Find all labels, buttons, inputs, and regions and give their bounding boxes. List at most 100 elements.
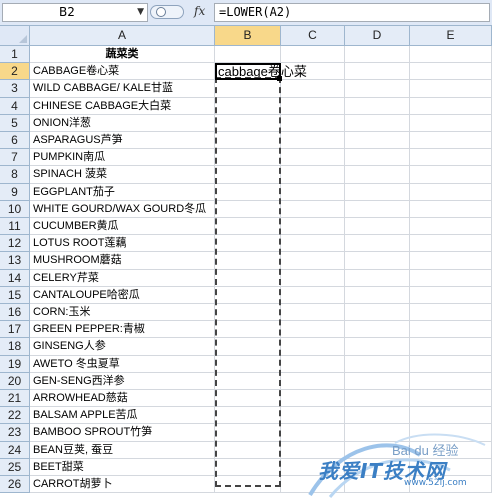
formula-input[interactable]: =LOWER(A2) xyxy=(214,3,490,22)
cell-c5[interactable] xyxy=(281,114,345,132)
row-header-3[interactable]: 3 xyxy=(0,80,30,98)
row-header-5[interactable]: 5 xyxy=(0,114,30,132)
chevron-down-icon[interactable]: ▼ xyxy=(137,4,144,21)
cell-c13[interactable] xyxy=(281,252,345,270)
cell-e22[interactable] xyxy=(410,407,492,425)
row-header-23[interactable]: 23 xyxy=(0,424,30,442)
row-header-20[interactable]: 20 xyxy=(0,372,30,390)
cell-e18[interactable] xyxy=(410,338,492,356)
cell-b3[interactable] xyxy=(215,80,281,98)
row-header-12[interactable]: 12 xyxy=(0,235,30,253)
row-header-7[interactable]: 7 xyxy=(0,149,30,167)
cell-e10[interactable] xyxy=(410,200,492,218)
cell-d16[interactable] xyxy=(345,304,410,322)
row-header-8[interactable]: 8 xyxy=(0,166,30,184)
cell-d15[interactable] xyxy=(345,286,410,304)
formula-bar-grip[interactable] xyxy=(150,5,184,19)
cell-e11[interactable] xyxy=(410,218,492,236)
cell-d18[interactable] xyxy=(345,338,410,356)
row-header-18[interactable]: 18 xyxy=(0,338,30,356)
row-header-1[interactable]: 1 xyxy=(0,46,30,64)
cell-b17[interactable] xyxy=(215,321,281,339)
row-header-22[interactable]: 22 xyxy=(0,407,30,425)
cell-a16[interactable]: CORN:玉米 xyxy=(30,304,215,322)
name-box[interactable]: B2 ▼ xyxy=(2,3,148,22)
cell-e14[interactable] xyxy=(410,269,492,287)
row-header-13[interactable]: 13 xyxy=(0,252,30,270)
cell-a8[interactable]: SPINACH 菠菜 xyxy=(30,166,215,184)
cell-a21[interactable]: ARROWHEAD慈菇 xyxy=(30,390,215,408)
cell-a23[interactable]: BAMBOO SPROUT竹笋 xyxy=(30,424,215,442)
column-header-e[interactable]: E xyxy=(410,26,492,46)
cell-d9[interactable] xyxy=(345,183,410,201)
cell-b21[interactable] xyxy=(215,390,281,408)
cell-b15[interactable] xyxy=(215,286,281,304)
cell-b10[interactable] xyxy=(215,200,281,218)
cell-d23[interactable] xyxy=(345,424,410,442)
cell-d5[interactable] xyxy=(345,114,410,132)
cell-b12[interactable] xyxy=(215,235,281,253)
cell-b2[interactable]: cabbage卷心菜 xyxy=(215,63,307,81)
cell-b24[interactable] xyxy=(215,441,281,459)
cell-c17[interactable] xyxy=(281,321,345,339)
column-header-d[interactable]: D xyxy=(345,26,410,46)
fill-handle[interactable] xyxy=(277,76,282,81)
cell-a18[interactable]: GINSENG人参 xyxy=(30,338,215,356)
cell-a25[interactable]: BEET甜菜 xyxy=(30,458,215,476)
cell-c20[interactable] xyxy=(281,372,345,390)
cell-a6[interactable]: ASPARAGUS芦笋 xyxy=(30,132,215,150)
row-header-26[interactable]: 26 xyxy=(0,476,30,494)
cell-c8[interactable] xyxy=(281,166,345,184)
cell-c10[interactable] xyxy=(281,200,345,218)
cell-b20[interactable] xyxy=(215,372,281,390)
cell-b1[interactable] xyxy=(215,46,281,64)
cell-c21[interactable] xyxy=(281,390,345,408)
cell-e1[interactable] xyxy=(410,46,492,64)
cell-a24[interactable]: BEAN豆荚, 蚕豆 xyxy=(30,441,215,459)
cell-a5[interactable]: ONION洋葱 xyxy=(30,114,215,132)
cell-b8[interactable] xyxy=(215,166,281,184)
cell-e13[interactable] xyxy=(410,252,492,270)
cell-b5[interactable] xyxy=(215,114,281,132)
cell-c23[interactable] xyxy=(281,424,345,442)
cell-a11[interactable]: CUCUMBER黄瓜 xyxy=(30,218,215,236)
row-header-21[interactable]: 21 xyxy=(0,390,30,408)
cell-d8[interactable] xyxy=(345,166,410,184)
cell-e4[interactable] xyxy=(410,97,492,115)
cell-a4[interactable]: CHINESE CABBAGE大白菜 xyxy=(30,97,215,115)
cell-b11[interactable] xyxy=(215,218,281,236)
cell-c14[interactable] xyxy=(281,269,345,287)
cell-b22[interactable] xyxy=(215,407,281,425)
cell-e8[interactable] xyxy=(410,166,492,184)
row-header-15[interactable]: 15 xyxy=(0,286,30,304)
cell-d13[interactable] xyxy=(345,252,410,270)
cell-c9[interactable] xyxy=(281,183,345,201)
cell-e12[interactable] xyxy=(410,235,492,253)
cell-a1[interactable]: 蔬菜类 xyxy=(30,46,215,64)
row-header-11[interactable]: 11 xyxy=(0,218,30,236)
cell-d19[interactable] xyxy=(345,355,410,373)
cell-c22[interactable] xyxy=(281,407,345,425)
cell-d14[interactable] xyxy=(345,269,410,287)
cell-a10[interactable]: WHITE GOURD/WAX GOURD冬瓜 xyxy=(30,200,215,218)
cell-c4[interactable] xyxy=(281,97,345,115)
row-header-25[interactable]: 25 xyxy=(0,458,30,476)
cell-b16[interactable] xyxy=(215,304,281,322)
cell-d21[interactable] xyxy=(345,390,410,408)
cell-c16[interactable] xyxy=(281,304,345,322)
cell-e5[interactable] xyxy=(410,114,492,132)
cell-a13[interactable]: MUSHROOM蘑菇 xyxy=(30,252,215,270)
worksheet-grid[interactable]: 蔬菜类 CABBAGE卷心菜 cabbage卷心菜 WILD CABBAGE/ KAL… xyxy=(30,46,492,500)
row-header-9[interactable]: 9 xyxy=(0,183,30,201)
cell-c15[interactable] xyxy=(281,286,345,304)
cell-e9[interactable] xyxy=(410,183,492,201)
cell-b7[interactable] xyxy=(215,149,281,167)
column-header-a[interactable]: A xyxy=(30,26,215,46)
cell-e7[interactable] xyxy=(410,149,492,167)
cell-e3[interactable] xyxy=(410,80,492,98)
cell-e19[interactable] xyxy=(410,355,492,373)
cell-e16[interactable] xyxy=(410,304,492,322)
insert-function-icon[interactable]: fx xyxy=(194,4,205,18)
row-header-17[interactable]: 17 xyxy=(0,321,30,339)
cell-d6[interactable] xyxy=(345,132,410,150)
